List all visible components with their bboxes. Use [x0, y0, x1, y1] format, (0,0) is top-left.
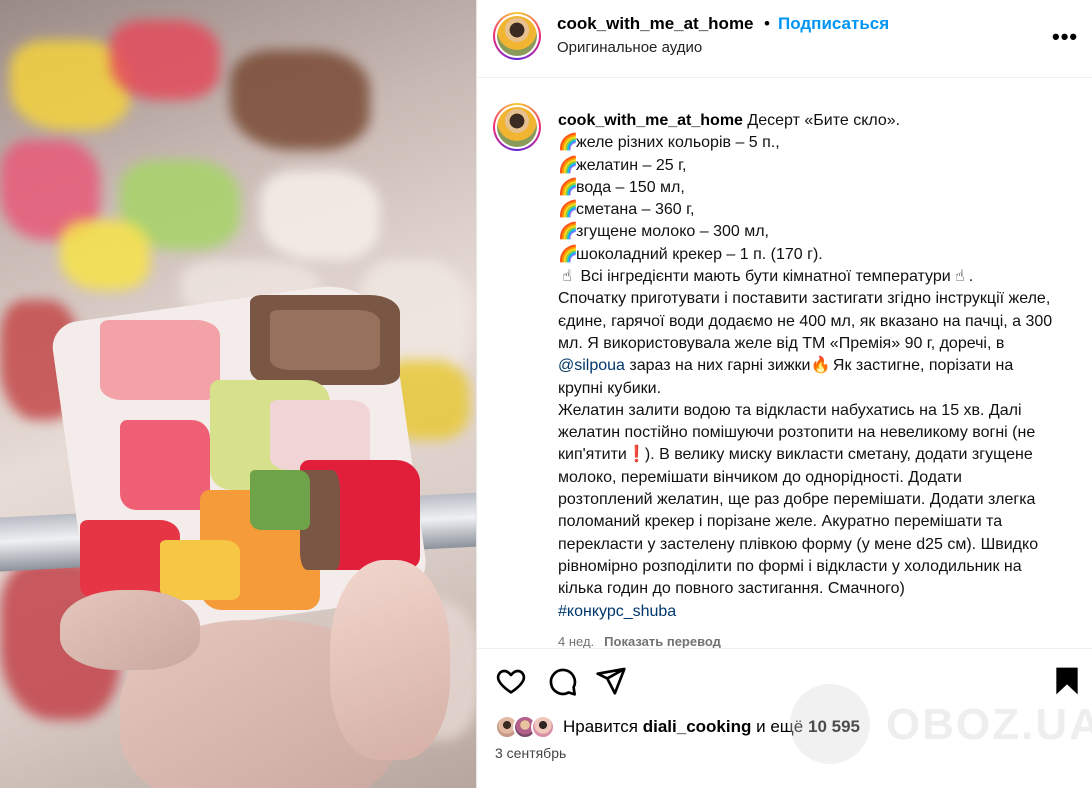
exclamation-icon: ❗ [626, 446, 647, 464]
mention-link[interactable]: @silpoua [558, 357, 625, 374]
pointing-up-icon: ☝ [562, 268, 572, 286]
rainbow-icon: 🌈 [558, 156, 578, 174]
post-date: 3 сентябрь [495, 745, 567, 761]
rainbow-icon: 🌈 [558, 245, 578, 263]
rainbow-icon: 🌈 [558, 134, 578, 152]
ingredient-item: 🌈згущене молоко – 300 мл, [558, 221, 1058, 243]
fire-icon: 🔥 [810, 357, 831, 375]
caption-area: cook_with_me_at_home Десерт «Бите скло».… [477, 78, 1092, 648]
post-media-image[interactable] [0, 0, 476, 788]
caption-text: cook_with_me_at_home Десерт «Бите скло».… [558, 110, 1058, 623]
likes-count[interactable]: 10 595 [808, 717, 860, 736]
post-header: cook_with_me_at_home • Подписаться Ориги… [477, 0, 1092, 78]
rainbow-icon: 🌈 [558, 201, 578, 219]
heart-icon[interactable] [495, 665, 527, 697]
original-audio-link[interactable]: Оригинальное аудио [557, 39, 702, 56]
ingredient-item: 🌈желатин – 25 г, [558, 155, 1058, 177]
caption-username[interactable]: cook_with_me_at_home [558, 112, 743, 129]
ingredient-item: 🌈сметана – 360 г, [558, 199, 1058, 221]
action-bar: Нравится diali_cooking и ещё 10 595 3 се… [477, 648, 1092, 788]
liker-username[interactable]: diali_cooking [643, 717, 752, 736]
caption-title: Десерт «Бите скло». [747, 112, 901, 129]
share-icon[interactable] [595, 665, 627, 697]
caption-avatar[interactable] [493, 103, 541, 151]
rainbow-icon: 🌈 [558, 178, 578, 196]
author-avatar[interactable] [493, 12, 541, 60]
ingredient-item: 🌈вода – 150 мл, [558, 177, 1058, 199]
rainbow-icon: 🌈 [558, 223, 578, 241]
pointing-up-icon: ☝ [954, 268, 965, 286]
caption-meta: 4 нед. Показать перевод [558, 634, 721, 648]
caption-paragraph-2: Желатин залити водою та відкласти набуха… [558, 401, 1039, 598]
show-translation-button[interactable]: Показать перевод [604, 634, 721, 648]
caption-paragraph-1: Спочатку приготувати і поставити застига… [558, 290, 1053, 397]
ingredient-item: 🌈желе різних кольорів – 5 п., [558, 132, 1058, 154]
liker-avatar [531, 715, 555, 739]
bookmark-icon[interactable] [1051, 665, 1083, 697]
ingredient-item: 🌈шоколадний крекер – 1 п. (170 г). [558, 244, 1058, 266]
author-username[interactable]: cook_with_me_at_home [557, 14, 754, 34]
temperature-note: ☝ Всі інгредієнти мають бути кімнатної т… [558, 266, 1058, 288]
time-ago: 4 нед. [558, 634, 595, 648]
comment-icon[interactable] [546, 665, 578, 697]
hashtag-link[interactable]: #конкурс_shuba [558, 603, 676, 620]
separator-dot: • [764, 14, 770, 33]
likes-summary[interactable]: Нравится diali_cooking и ещё 10 595 [563, 717, 860, 737]
follow-button[interactable]: Подписаться [778, 14, 889, 34]
more-options-icon[interactable]: ••• [1052, 24, 1078, 50]
